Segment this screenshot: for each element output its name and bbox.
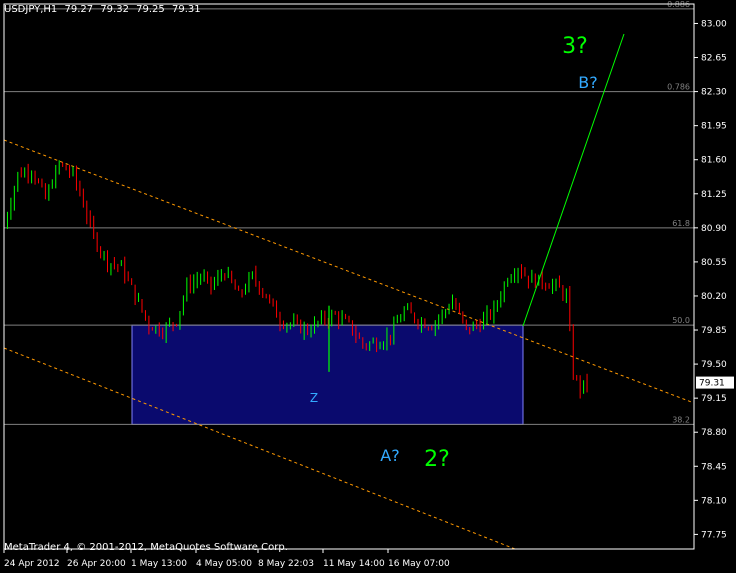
y-tick-label: 79.50 [701,360,727,370]
y-tick-label: 77.75 [701,530,727,540]
support-zone-layer [131,324,524,425]
y-tick-label: 79.85 [701,326,727,336]
wave-label-a: A? [380,446,399,465]
y-tick-label: 80.20 [701,292,727,302]
wave-label-3: 3? [562,34,588,59]
x-tick-label: 8 May 22:03 [258,559,314,569]
y-tick-label: 80.90 [701,224,727,234]
y-tick-label: 78.10 [701,496,727,506]
ohlc-open: 79.27 [64,4,94,15]
chart-header: USDJPY,H1 79.27 79.32 79.25 79.31 [4,4,205,15]
y-tick-label: 79.15 [701,394,727,404]
x-tick-label: 11 May 14:00 [323,559,385,569]
ohlc-high: 79.32 [100,4,129,15]
y-tick-label: 83.00 [701,19,727,29]
fib-label: 61.8 [672,219,690,228]
price-axis: 83.00 82.65 82.30 81.95 81.60 81.25 80.90 80.55… [3,3,734,550]
fib-label: 50.0 [672,316,690,325]
projection-trend-layer [522,33,625,327]
wave-label-2: 2? [424,447,450,472]
support-zone [131,324,524,425]
x-tick-label: 16 May 07:00 [388,559,450,569]
y-tick-label: 81.95 [701,122,727,132]
y-tick-label: 82.65 [701,54,727,64]
wave-label-b: B? [578,73,597,92]
y-tick-label: 80.55 [701,258,727,268]
y-tick-label: 81.25 [701,190,727,200]
wave-label-z: Z [310,391,318,405]
x-tick-label: 26 Apr 20:00 [67,559,126,569]
y-tick-label: 82.30 [701,88,727,98]
fib-label: 38.2 [672,415,690,424]
y-tick-label: 81.60 [701,156,727,166]
x-tick-label: 4 May 05:00 [196,559,252,569]
x-tick-label: 24 Apr 2012 [4,559,60,569]
y-tick-label: 78.45 [701,462,727,472]
current-price-label: 79.31 [699,379,725,389]
copyright-text: MetaTrader 4, © 2001-2012, MetaQuotes So… [4,542,288,553]
y-tick-label: 78.80 [701,428,727,438]
projection-line [522,33,625,327]
ohlc-low: 79.25 [136,4,165,15]
ohlc-close: 79.31 [171,4,201,15]
price-chart[interactable]: 0.8860.78661.850.038.2 3?B?A? 2?Z 83.0082… [0,0,736,573]
fib-label: 0.786 [667,83,690,92]
x-tick-label: 1 May 13:00 [131,559,187,569]
symbol-label: USDJPY,H1 [4,4,58,15]
